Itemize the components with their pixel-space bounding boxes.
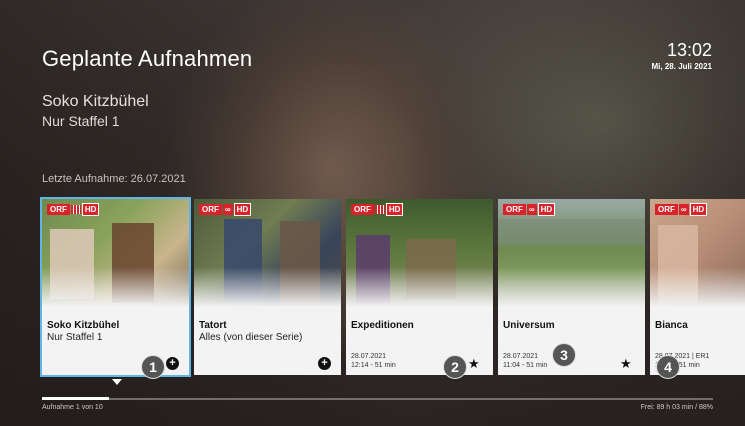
card-title: Universum	[503, 320, 555, 331]
recording-card[interactable]: ORF HD Expeditionen 28.07.2021 12:14 - 51…	[346, 199, 493, 375]
channel-logo: ORF ∞ HD	[655, 203, 708, 216]
clock: 13:02	[666, 40, 712, 60]
page-title: Geplante Aufnahmen	[42, 46, 253, 71]
channel-logo: ORF ∞ HD	[199, 203, 252, 216]
recording-card[interactable]: ORF∞HD Bianca 28.07.2021 | ER1 12:00 - 5…	[650, 199, 745, 375]
card-title: Expeditionen	[351, 320, 414, 331]
star-icon[interactable]: ★	[620, 357, 632, 370]
channel-logo: ORF HD	[47, 203, 100, 216]
callout-2: 2	[443, 355, 467, 379]
card-date: 28.07.2021	[503, 353, 539, 360]
selected-show-season: Nur Staffel 1	[42, 113, 120, 129]
card-time: 11:04 - 51 min	[503, 362, 548, 369]
scroll-progress	[42, 397, 109, 400]
storage-free: Frei: 89 h 03 min / 88%	[640, 404, 713, 411]
card-title: Soko Kitzbühel	[47, 320, 120, 331]
card-thumbnail	[194, 199, 341, 307]
scroll-track[interactable]	[42, 398, 713, 400]
star-icon[interactable]: ★	[468, 357, 480, 370]
card-date: 28.07.2021	[351, 353, 387, 360]
callout-1: 1	[141, 355, 165, 379]
selection-pointer-icon	[112, 379, 122, 385]
card-thumbnail	[42, 199, 189, 307]
add-icon[interactable]: +	[318, 357, 331, 370]
card-thumbnail	[346, 199, 493, 307]
selected-show-title: Soko Kitzbühel	[42, 93, 149, 110]
card-time: 12:14 - 51 min	[351, 362, 396, 369]
callout-4: 4	[656, 355, 680, 379]
card-subtitle: Nur Staffel 1	[47, 332, 103, 343]
card-thumbnail	[498, 199, 645, 307]
last-recording-label: Letzte Aufnahme: 26.07.2021	[42, 173, 186, 185]
callout-3: 3	[552, 343, 576, 367]
channel-logo: ORF HD	[351, 203, 404, 216]
channel-logo: ORF ∞ HD	[503, 203, 556, 216]
card-subtitle: Alles (von dieser Serie)	[199, 332, 303, 343]
card-title: Bianca	[655, 320, 688, 331]
recording-card[interactable]: ORF HD Soko Kitzbühel Nur Staffel 1 +	[40, 197, 191, 377]
add-icon[interactable]: +	[166, 357, 179, 370]
recording-position: Aufnahme 1 von 10	[42, 404, 103, 411]
current-date: Mi, 28. Juli 2021	[651, 62, 712, 71]
recording-card[interactable]: ORF ∞ HD Tatort Alles (von dieser Serie) +	[194, 199, 341, 375]
card-title: Tatort	[199, 320, 227, 331]
